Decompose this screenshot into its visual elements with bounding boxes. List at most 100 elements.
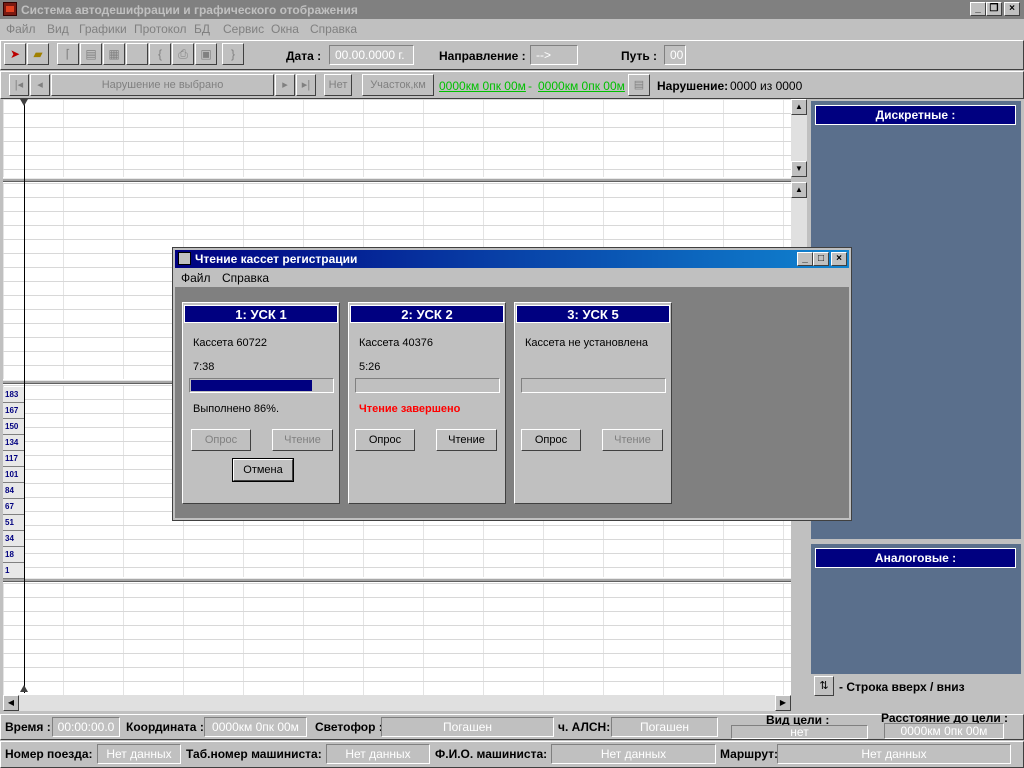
scroll-right-icon[interactable]: ▶ (775, 695, 791, 711)
distance-value: 0000км 0пк 00м (884, 723, 1004, 739)
driver-name-value: Нет данных (551, 744, 716, 764)
last-violation-button[interactable]: ▸| (296, 74, 316, 96)
cassette-label: Кассета не установлена (525, 337, 649, 349)
scale-tick: 167 (3, 403, 25, 419)
section-km-button[interactable]: Участок,км (362, 74, 434, 96)
date-label: Дата : (286, 49, 322, 63)
scroll-down-icon[interactable]: ▼ (791, 161, 807, 177)
read-button[interactable]: Чтение (272, 429, 333, 451)
alsn-label: ч. АЛСН: (558, 720, 611, 734)
row-hint-text: - Строка вверх / вниз (839, 680, 965, 694)
menu-help[interactable]: Справка (310, 22, 357, 36)
first-violation-button[interactable]: |◂ (9, 74, 29, 96)
km-range-dash: - (528, 79, 532, 93)
close-button[interactable]: × (1004, 2, 1020, 16)
menu-file[interactable]: Файл (6, 22, 36, 36)
read-progress-fill (191, 380, 312, 391)
direction-label: Направление : (439, 49, 526, 63)
usk-panel-title: 1: УСК 1 (184, 305, 338, 323)
scale-tick: 134 (3, 435, 25, 451)
dialog-menu-help[interactable]: Справка (222, 271, 269, 285)
dialog-menu-bar: Файл Справка (175, 268, 849, 288)
driver-name-label: Ф.И.О. машиниста: (435, 747, 548, 761)
menu-graphs[interactable]: Графики (79, 22, 127, 36)
graph-splitter-3[interactable] (3, 578, 791, 582)
horizontal-scrollbar[interactable]: ◀ ▶ (3, 695, 791, 711)
app-title-bar[interactable]: Система автодешифрации и графического от… (0, 0, 1024, 19)
read-button[interactable]: Чтение (436, 429, 497, 451)
date-field: 00.00.0000 г. (329, 45, 414, 65)
net-button[interactable]: Нет (324, 74, 352, 96)
train-number-value: Нет данных (97, 744, 181, 764)
target-type-value: нет (731, 725, 868, 739)
to-km-link[interactable]: 0000км 0пк 00м (538, 79, 625, 93)
open-folder-icon[interactable]: ▰ (27, 43, 49, 65)
dialog-minimize-button[interactable]: _ (797, 252, 813, 266)
dialog-app-icon[interactable] (178, 252, 191, 265)
analog-panel-title: Аналоговые : (815, 548, 1016, 568)
brace-right-icon[interactable]: } (222, 43, 244, 65)
scroll-up-icon[interactable]: ▲ (791, 99, 807, 115)
graph-splitter-1[interactable] (3, 178, 791, 182)
scroll-left-icon[interactable]: ◀ (3, 695, 19, 711)
dialog-title: Чтение кассет регистрации (195, 252, 358, 266)
prev-violation-button[interactable]: ◂ (30, 74, 50, 96)
analog-scale: 183 167 150 134 117 101 84 67 51 34 18 1 (3, 387, 25, 579)
time-value: 00:00:00.0 (52, 717, 120, 737)
next-violation-button[interactable]: ▸ (275, 74, 295, 96)
status-row-2: Номер поезда: Нет данных Таб.номер машин… (0, 741, 1024, 768)
status-row-1: Время : 00:00:00.0 Координата : 0000км 0… (0, 711, 1024, 740)
read-button[interactable]: Чтение (602, 429, 663, 451)
scale-tick: 150 (3, 419, 25, 435)
scale-tick: 117 (3, 451, 25, 467)
cursor-top-marker-icon[interactable] (20, 99, 28, 106)
cancel-button[interactable]: Отмена (232, 458, 294, 482)
route-label: Маршрут: (720, 747, 779, 761)
restore-button[interactable]: ❐ (986, 2, 1002, 16)
scale-tick: 1 (3, 563, 25, 579)
usk-panel-3: 3: УСК 5 Кассета не установлена Опрос Чт… (514, 302, 672, 504)
path-field: 00 (664, 45, 686, 65)
menu-view[interactable]: Вид (47, 22, 69, 36)
menu-service[interactable]: Сервис (223, 22, 264, 36)
poll-button[interactable]: Опрос (191, 429, 251, 451)
usk-panel-title: 3: УСК 5 (516, 305, 670, 323)
scroll-up-icon[interactable]: ▲ (791, 182, 807, 198)
cursor-bottom-marker-icon[interactable] (20, 685, 28, 692)
poll-button[interactable]: Опрос (521, 429, 581, 451)
dialog-menu-file[interactable]: Файл (181, 271, 211, 285)
poll-button[interactable]: Опрос (355, 429, 415, 451)
clipboard-icon[interactable]: ▤ (80, 43, 102, 65)
menu-db[interactable]: БД (194, 22, 210, 36)
minimize-button[interactable]: _ (970, 2, 986, 16)
menu-protocol[interactable]: Протокол (134, 22, 187, 36)
app-title: Система автодешифрации и графического от… (21, 3, 358, 17)
print-preview-icon[interactable]: ▣ (195, 43, 217, 65)
table-icon[interactable]: ▦ (103, 43, 125, 65)
violation-selector[interactable]: Нарушение не выбрано (51, 74, 274, 96)
path-label: Путь : (621, 49, 658, 63)
signal-value: Погашен (381, 717, 554, 737)
top-vertical-scrollbar[interactable]: ▲ ▼ (791, 99, 807, 177)
brace-left-icon[interactable]: { (149, 43, 171, 65)
cassette-label: Кассета 40376 (359, 337, 433, 349)
marker-icon[interactable]: ⌈ (57, 43, 79, 65)
dialog-close-button[interactable]: × (831, 252, 847, 266)
menu-bar: Файл Вид Графики Протокол БД Сервис Окна… (0, 19, 1024, 39)
app-locomotive-icon[interactable] (3, 2, 17, 16)
scale-tick: 34 (3, 531, 25, 547)
analog-panel: Аналоговые : (811, 544, 1021, 674)
row-up-down-icon[interactable]: ⇅ (814, 676, 834, 696)
blank-icon[interactable] (126, 43, 148, 65)
calculator-icon[interactable]: ▤ (628, 74, 650, 96)
menu-windows[interactable]: Окна (271, 22, 299, 36)
print-icon[interactable]: ⎙ (172, 43, 194, 65)
dialog-title-bar[interactable]: Чтение кассет регистрации _ □ × (175, 250, 849, 268)
from-km-link[interactable]: 0000км 0пк 00м (439, 79, 526, 93)
decode-icon[interactable]: ➤ (4, 43, 26, 65)
coordinate-label: Координата : (126, 720, 204, 734)
dialog-maximize-button[interactable]: □ (813, 252, 829, 266)
scale-tick: 51 (3, 515, 25, 531)
usk-panel-title: 2: УСК 2 (350, 305, 504, 323)
time-cursor[interactable] (24, 101, 25, 693)
